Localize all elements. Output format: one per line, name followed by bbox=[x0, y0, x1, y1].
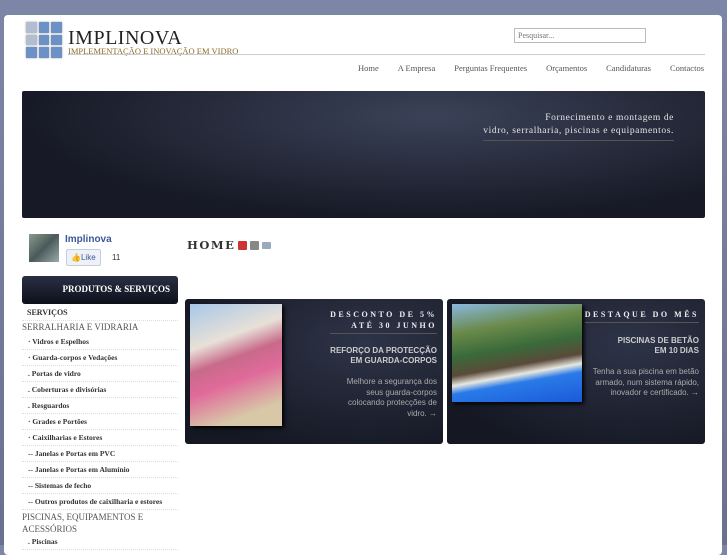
pool-photo bbox=[452, 304, 582, 402]
body-line: Tenha a sua piscina em betão bbox=[592, 367, 699, 376]
like-label: Like bbox=[80, 253, 96, 262]
facebook-page-name[interactable]: Implinova bbox=[65, 234, 112, 245]
sidebar-item[interactable]: · Caixilharias e Estores bbox=[22, 430, 178, 446]
banner-line: vidro, serralharia, piscinas e equipamen… bbox=[483, 126, 674, 136]
nav-empresa[interactable]: A Empresa bbox=[398, 63, 436, 73]
body-line: colocando protecções de bbox=[348, 398, 437, 407]
body-line: armado, num sistema rápido, bbox=[595, 377, 699, 387]
promo-card-highlight[interactable]: DESTAQUE DO MÊS PISCINAS DE BETÃO EM 10 D… bbox=[447, 299, 705, 444]
banner-line: Fornecimento e montagem de bbox=[545, 113, 674, 123]
sidebar-item[interactable]: PISCINAS, EQUIPAMENTOS E ACESSÓRIOS bbox=[22, 510, 178, 534]
card-headline: REFORÇO DA PROTECÇÃO EM GUARDA-CORPOS bbox=[330, 346, 437, 366]
print-icon[interactable] bbox=[250, 240, 260, 250]
sidebar-item[interactable]: -- Sistemas de fecho bbox=[22, 478, 178, 494]
page: IMPLINOVA IMPLEMENTAÇÃO E INOVAÇÃO EM VI… bbox=[4, 15, 722, 555]
card-title: DESCONTO DE 5% ATÉ 30 JUNHO bbox=[330, 309, 437, 334]
body-line: Melhore a segurança dos bbox=[346, 377, 437, 386]
nav-candidaturas[interactable]: Candidaturas bbox=[606, 63, 651, 73]
sidebar-item[interactable]: . Piscinas bbox=[22, 534, 178, 550]
sidebar-item[interactable]: . Resguardos bbox=[22, 398, 178, 414]
sidebar-item[interactable]: . Portas de vidro bbox=[22, 366, 178, 382]
body-line[interactable]: vidro. → bbox=[347, 409, 437, 420]
headline-line: PISCINAS DE BETÃO bbox=[617, 336, 699, 345]
sidebar-item[interactable]: . Coberturas e divisórias bbox=[22, 382, 178, 398]
nav-home[interactable]: Home bbox=[358, 63, 379, 73]
page-title: HOME bbox=[187, 238, 236, 252]
card-body: Melhore a segurança dos seus guarda-corpo… bbox=[347, 377, 437, 419]
balcony-photo bbox=[190, 304, 282, 426]
nav-contactos[interactable]: Contactos bbox=[670, 63, 704, 73]
nav-faq[interactable]: Perguntas Frequentes bbox=[454, 63, 527, 73]
promo-card-discount[interactable]: DESCONTO DE 5% ATÉ 30 JUNHO REFORÇO DA PR… bbox=[185, 299, 443, 444]
facebook-avatar[interactable] bbox=[29, 234, 59, 262]
pdf-icon[interactable] bbox=[238, 240, 248, 250]
card-title-line: ATÉ 30 JUNHO bbox=[351, 321, 437, 330]
sidebar-item[interactable]: -- Outros produtos de caixilharia e esto… bbox=[22, 494, 178, 510]
email-icon[interactable] bbox=[262, 241, 272, 249]
card-headline: PISCINAS DE BETÃO EM 10 DIAS bbox=[618, 336, 699, 356]
sidebar-item[interactable]: -- Janelas e Portas em PVC bbox=[22, 446, 178, 462]
sidebar-item[interactable]: · Guarda-corpos e Vedações bbox=[22, 350, 178, 366]
logo-icon[interactable] bbox=[26, 22, 62, 58]
facebook-like-button[interactable]: 👍Like bbox=[66, 249, 101, 266]
main-nav: Home A Empresa Perguntas Frequentes Orça… bbox=[358, 63, 704, 73]
sidebar-menu: SERVIÇOS SERRALHARIA E VIDRARIA · Vidros e… bbox=[22, 305, 178, 550]
card-title-line: DESTAQUE DO MÊS bbox=[584, 310, 699, 319]
hero-banner: Fornecimento e montagem de vidro, serralh… bbox=[22, 91, 705, 218]
sidebar-heading: PRODUTOS & SERVIÇOS bbox=[22, 276, 178, 304]
nav-orcamentos[interactable]: Orçamentos bbox=[546, 63, 587, 73]
sidebar-item[interactable]: · Grades e Portões bbox=[22, 414, 178, 430]
sidebar-item[interactable]: SERVIÇOS bbox=[22, 305, 178, 321]
search-input[interactable] bbox=[514, 28, 646, 43]
headline-line: REFORÇO DA PROTECÇÃO bbox=[330, 346, 437, 355]
card-title: DESTAQUE DO MÊS bbox=[584, 309, 699, 323]
sidebar-item[interactable]: -- Janelas e Portas em Alumínio bbox=[22, 462, 178, 478]
headline-line: EM 10 DIAS bbox=[654, 346, 699, 355]
like-count: 11 bbox=[112, 253, 121, 262]
card-body: Tenha a sua piscina em betão armado, num … bbox=[593, 367, 699, 399]
body-line: seus guarda-corpos bbox=[366, 387, 437, 397]
banner-text: Fornecimento e montagem de vidro, serralh… bbox=[483, 112, 674, 141]
sidebar-item[interactable]: · Vidros e Espelhos bbox=[22, 334, 178, 350]
headline-line: EM GUARDA-CORPOS bbox=[350, 356, 437, 365]
thumbs-up-icon: 👍 bbox=[71, 253, 81, 262]
body-line[interactable]: inovador e certificado. → bbox=[593, 388, 700, 399]
divider bbox=[68, 54, 705, 55]
card-title-line: DESCONTO DE 5% bbox=[330, 310, 437, 319]
page-heading: HOME bbox=[187, 238, 272, 252]
sidebar-item[interactable]: SERRALHARIA E VIDRARIA bbox=[22, 321, 178, 334]
